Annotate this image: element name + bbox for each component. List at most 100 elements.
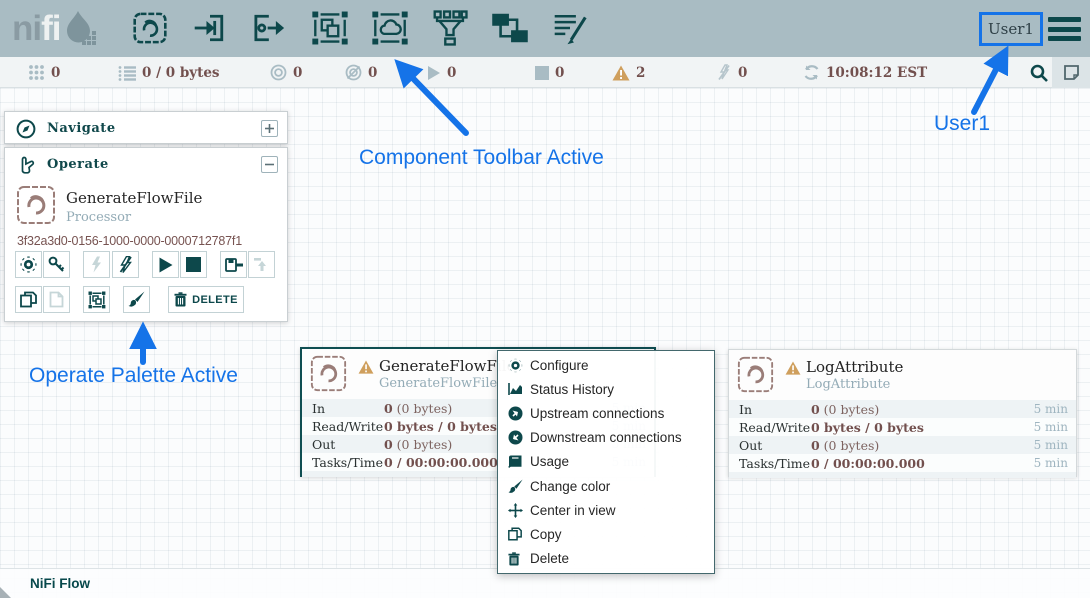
invalid-status: 2 <box>612 57 645 88</box>
brush-icon <box>508 479 524 494</box>
queued-count: 0 / 0 bytes <box>142 65 220 81</box>
process-group-toolbar-button[interactable] <box>306 5 354 51</box>
processor-title: LogAttribute <box>806 358 903 376</box>
not-transmitting-count: 0 <box>368 65 377 81</box>
menu-item-upstream-connections[interactable]: Upstream connections <box>498 401 714 425</box>
template-icon <box>490 9 530 47</box>
operate-selection-type: Processor <box>66 210 131 225</box>
search-button[interactable] <box>1026 61 1052 85</box>
processor-stamp-icon <box>737 356 774 393</box>
stat-row-in: In 0 (0 bytes) 5 min <box>729 400 1076 418</box>
username: User1 <box>988 20 1034 38</box>
resize-handle[interactable] <box>0 587 11 598</box>
chart-icon <box>508 382 524 396</box>
stopped-count: 0 <box>555 65 564 81</box>
change-color-button[interactable] <box>123 286 150 313</box>
plus-icon <box>264 123 275 134</box>
start-button[interactable] <box>152 251 179 278</box>
delete-button[interactable]: DELETE <box>168 286 244 313</box>
bulletin-panel-button[interactable] <box>1052 57 1090 88</box>
copy-button[interactable] <box>15 286 42 313</box>
input-port-toolbar-button[interactable] <box>186 5 234 51</box>
menu-item-configure[interactable]: Configure <box>498 353 714 377</box>
paste-icon <box>49 291 64 308</box>
refresh-icon <box>803 64 820 81</box>
lightning-slash-icon <box>118 256 134 273</box>
menu-bar <box>1048 27 1081 32</box>
processor-type: GenerateFlowFile <box>379 376 497 391</box>
menu-item-downstream-connections[interactable]: Downstream connections <box>498 426 714 450</box>
last-refresh-time: 10:08:12 EST <box>826 65 927 81</box>
compass-icon <box>16 119 36 139</box>
enable-button[interactable] <box>83 251 110 278</box>
create-template-button[interactable] <box>220 251 247 278</box>
stat-row-readwrite: Read/Write 0 bytes / 0 bytes 5 min <box>729 418 1076 436</box>
disabled-icon <box>716 64 732 81</box>
running-status: 0 <box>426 57 456 88</box>
flow-canvas[interactable]: Navigate Operate <box>0 88 1090 598</box>
disabled-count: 0 <box>738 65 747 81</box>
menu-item-center-in-view[interactable]: Center in view <box>498 498 714 522</box>
minus-icon <box>264 159 275 170</box>
running-icon <box>426 65 441 81</box>
operate-collapse-button[interactable] <box>261 156 278 173</box>
context-menu: Configure Status History Upstream connec… <box>497 350 715 574</box>
copy-icon <box>20 291 37 308</box>
active-threads-count: 0 <box>51 65 60 81</box>
stopped-icon <box>535 66 549 80</box>
menu-item-change-color[interactable]: Change color <box>498 474 714 498</box>
operate-selection-id: 3f32a3d0-0156-1000-0000-0000712787f1 <box>17 234 242 248</box>
warning-icon <box>612 65 630 81</box>
trash-icon <box>174 292 187 307</box>
paste-button[interactable] <box>43 286 70 313</box>
breadcrumb-root[interactable]: NiFi Flow <box>30 576 90 591</box>
stat-row-tasks: Tasks/Time 0 / 00:00:00.000 5 min <box>729 454 1076 472</box>
global-menu-button[interactable] <box>1048 17 1081 41</box>
processor-toolbar-button[interactable] <box>126 5 174 51</box>
navigate-palette: Navigate <box>4 111 288 144</box>
menu-item-usage[interactable]: Usage <box>498 450 714 474</box>
save-template-icon <box>225 257 243 273</box>
funnel-toolbar-button[interactable] <box>426 5 474 51</box>
key-icon <box>48 256 65 273</box>
menu-item-copy[interactable]: Copy <box>498 522 714 546</box>
refresh-status[interactable]: 10:08:12 EST <box>803 57 927 88</box>
transmitting-count: 0 <box>293 65 302 81</box>
configure-button[interactable] <box>15 251 42 278</box>
access-policies-button[interactable] <box>43 251 70 278</box>
upload-template-button[interactable] <box>248 251 275 278</box>
navigate-expand-button[interactable] <box>261 120 278 137</box>
menu-item-delete[interactable]: Delete <box>498 547 714 571</box>
output-port-toolbar-button[interactable] <box>246 5 294 51</box>
processor-logattribute[interactable]: LogAttribute LogAttribute In 0 (0 bytes)… <box>728 349 1077 477</box>
remote-process-group-toolbar-button[interactable] <box>366 5 414 51</box>
center-icon <box>508 503 523 518</box>
active-threads-icon <box>28 64 45 81</box>
copy-icon <box>508 527 522 541</box>
output-port-icon <box>250 9 290 47</box>
gear-icon <box>20 256 37 273</box>
menu-item-status-history[interactable]: Status History <box>498 377 714 401</box>
droplet-icon <box>63 8 97 50</box>
processor-icon <box>130 9 170 47</box>
stat-row-out: Out 0 (0 bytes) 5 min <box>729 436 1076 454</box>
hand-icon <box>16 155 36 175</box>
disable-button[interactable] <box>112 251 139 278</box>
logo-text-fi: fi <box>41 9 60 49</box>
stop-button[interactable] <box>180 251 207 278</box>
lightning-icon <box>89 256 104 273</box>
notes-panel-icon <box>1063 64 1080 81</box>
current-user-label: User1 <box>979 12 1043 46</box>
header-bar: nifi <box>0 0 1090 57</box>
template-toolbar-button[interactable] <box>486 5 534 51</box>
downstream-icon <box>508 430 523 445</box>
operate-palette: Operate GenerateFlowFile Processor 3f32a… <box>4 147 288 322</box>
group-selection-icon <box>88 291 106 309</box>
group-button[interactable] <box>83 286 110 313</box>
stop-icon <box>186 257 201 272</box>
label-toolbar-button[interactable] <box>546 5 594 51</box>
upstream-icon <box>508 406 523 421</box>
processor-stamp-icon <box>16 185 56 225</box>
nifi-app: nifi <box>0 0 1090 598</box>
play-icon <box>158 257 173 273</box>
